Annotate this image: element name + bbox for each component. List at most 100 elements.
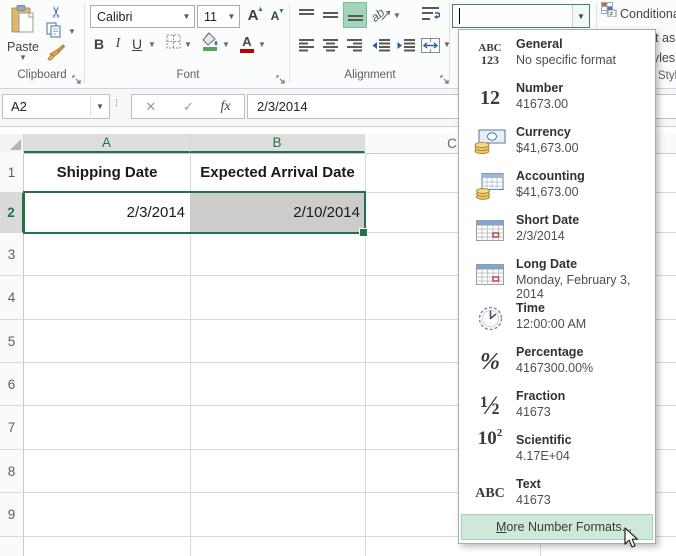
scissors-icon: ✂ [47,6,65,19]
align-right-button[interactable] [344,34,364,56]
mouse-cursor [624,527,641,554]
merge-center-dropdown-arrow[interactable]: ▼ [443,41,451,49]
conditional-formatting-label[interactable]: Conditional [620,7,676,21]
row-header-8[interactable]: 8 [0,450,24,493]
increase-indent-button[interactable] [395,34,417,56]
cancel-button[interactable]: ✕ [145,99,156,115]
middle-align-button[interactable] [320,4,340,26]
fill-color-icon [201,32,219,57]
number-format-menu: ABC 123 General No specific format 12 Nu… [458,29,656,544]
row-header-3[interactable]: 3 [0,233,24,276]
percentage-icon: % [468,340,512,384]
select-all-triangle-icon [10,139,21,150]
top-align-button[interactable] [296,4,316,26]
copy-dropdown-arrow[interactable]: ▼ [68,28,76,36]
text-icon: ABC [468,472,512,516]
font-dialog-launcher[interactable] [276,72,286,82]
borders-icon [166,34,181,54]
row-header-5[interactable]: 5 [0,320,24,363]
row-header-2[interactable]: 2 [0,193,24,233]
menu-item-percentage[interactable]: % Percentage 4167300.00% [460,340,654,384]
paste-button[interactable]: Paste ▼ [4,2,42,64]
accounting-icon [468,164,512,208]
format-painter-button[interactable] [44,45,68,65]
align-left-button[interactable] [296,34,316,56]
short-date-icon [468,208,512,252]
merge-center-button[interactable] [419,34,441,56]
decrease-indent-button[interactable] [370,34,392,56]
fraction-icon: ½ [468,384,512,428]
fill-color-dropdown-arrow[interactable]: ▼ [222,41,230,49]
time-icon [468,296,512,340]
cut-button[interactable]: ✂ [44,2,68,22]
borders-button[interactable] [164,35,182,53]
orientation-dropdown-arrow[interactable]: ▼ [393,12,401,20]
fill-handle[interactable] [359,228,368,237]
conditional-formatting-icon: ≠ [601,2,617,22]
paste-dropdown-arrow: ▼ [19,54,27,62]
font-color-dropdown-arrow[interactable]: ▼ [258,41,266,49]
conditional-formatting-button[interactable]: ≠ [600,3,617,20]
formula-value: 2/3/2014 [248,99,308,114]
font-color-button[interactable]: A [238,33,256,55]
name-box-value: A2 [3,99,90,114]
number-format-value [460,5,572,27]
borders-dropdown-arrow[interactable]: ▼ [184,41,192,49]
chevron-down-icon: ▼ [179,12,194,21]
row-header-9[interactable]: 9 [0,493,24,537]
font-color-bar [240,49,254,53]
insert-function-button[interactable]: fx [221,99,231,115]
formula-buttons: ✕ ✓ fx [131,94,245,119]
menu-item-number[interactable]: 12 Number 41673.00 [460,76,654,120]
styles-group-label: Styles [658,70,676,82]
menu-item-accounting[interactable]: Accounting $41,673.00 [460,164,654,208]
alignment-dialog-launcher[interactable] [440,72,450,82]
row-header-1[interactable]: 1 [0,153,24,193]
format-painter-icon [47,44,65,66]
italic-button[interactable]: I [110,34,126,54]
name-box[interactable]: A2 ▼ [2,94,110,119]
column-header-a[interactable]: A [24,134,190,153]
menu-item-short-date[interactable]: Short Date 2/3/2014 [460,208,654,252]
row-header-6[interactable]: 6 [0,363,24,406]
row-header-4[interactable]: 4 [0,276,24,320]
fill-color-button[interactable] [200,33,220,55]
caret-down-icon: ▼ [278,8,285,15]
menu-item-scientific[interactable]: 10 2 Scientific 4.17E+04 [460,428,654,472]
menu-item-currency[interactable]: Currency $41,673.00 [460,120,654,164]
cell-a1[interactable]: Shipping Date [24,153,190,192]
orientation-button[interactable]: ab [371,4,391,26]
enter-button[interactable]: ✓ [183,99,194,115]
copy-button[interactable] [42,23,66,43]
chevron-down-icon[interactable]: ▼ [90,96,109,117]
bold-button[interactable]: B [90,34,108,54]
menu-item-text[interactable]: ABC Text 41673 [460,472,654,516]
cell-b1[interactable]: Expected Arrival Date [190,153,365,192]
currency-icon [468,120,512,164]
clipboard-dialog-launcher[interactable] [72,72,82,82]
menu-item-time[interactable]: Time 12:00:00 AM [460,296,654,340]
column-header-b[interactable]: B [190,134,365,153]
wrap-text-button[interactable] [420,3,442,25]
select-all-button[interactable] [0,134,24,152]
underline-dropdown-arrow[interactable]: ▼ [148,41,156,49]
decrease-font-size-button[interactable]: A ▼ [265,6,285,26]
number-format-combo[interactable]: ▼ [452,4,590,28]
row-header-7[interactable]: 7 [0,406,24,450]
copy-icon [46,22,62,44]
underline-button[interactable]: U [128,34,146,54]
center-button[interactable] [320,34,340,56]
bottom-align-button[interactable] [343,2,367,28]
alignment-group-label: Alignment [296,69,444,81]
row-header-10[interactable] [0,537,24,556]
menu-item-fraction[interactable]: ½ Fraction 41673 [460,384,654,428]
group-separator [84,3,85,83]
menu-item-general[interactable]: ABC 123 General No specific format [460,32,654,76]
increase-font-size-button[interactable]: A ▲ [242,4,264,26]
group-separator [289,3,290,83]
font-name-combo[interactable]: Calibri ▼ [90,5,195,28]
font-size-combo[interactable]: 11 ▼ [197,5,240,28]
formula-bar-splitter[interactable]: ⁞ [115,98,118,110]
menu-item-long-date[interactable]: Long Date Monday, February 3, 2014 [460,252,654,296]
number-format-dropdown-button[interactable]: ▼ [572,5,589,27]
